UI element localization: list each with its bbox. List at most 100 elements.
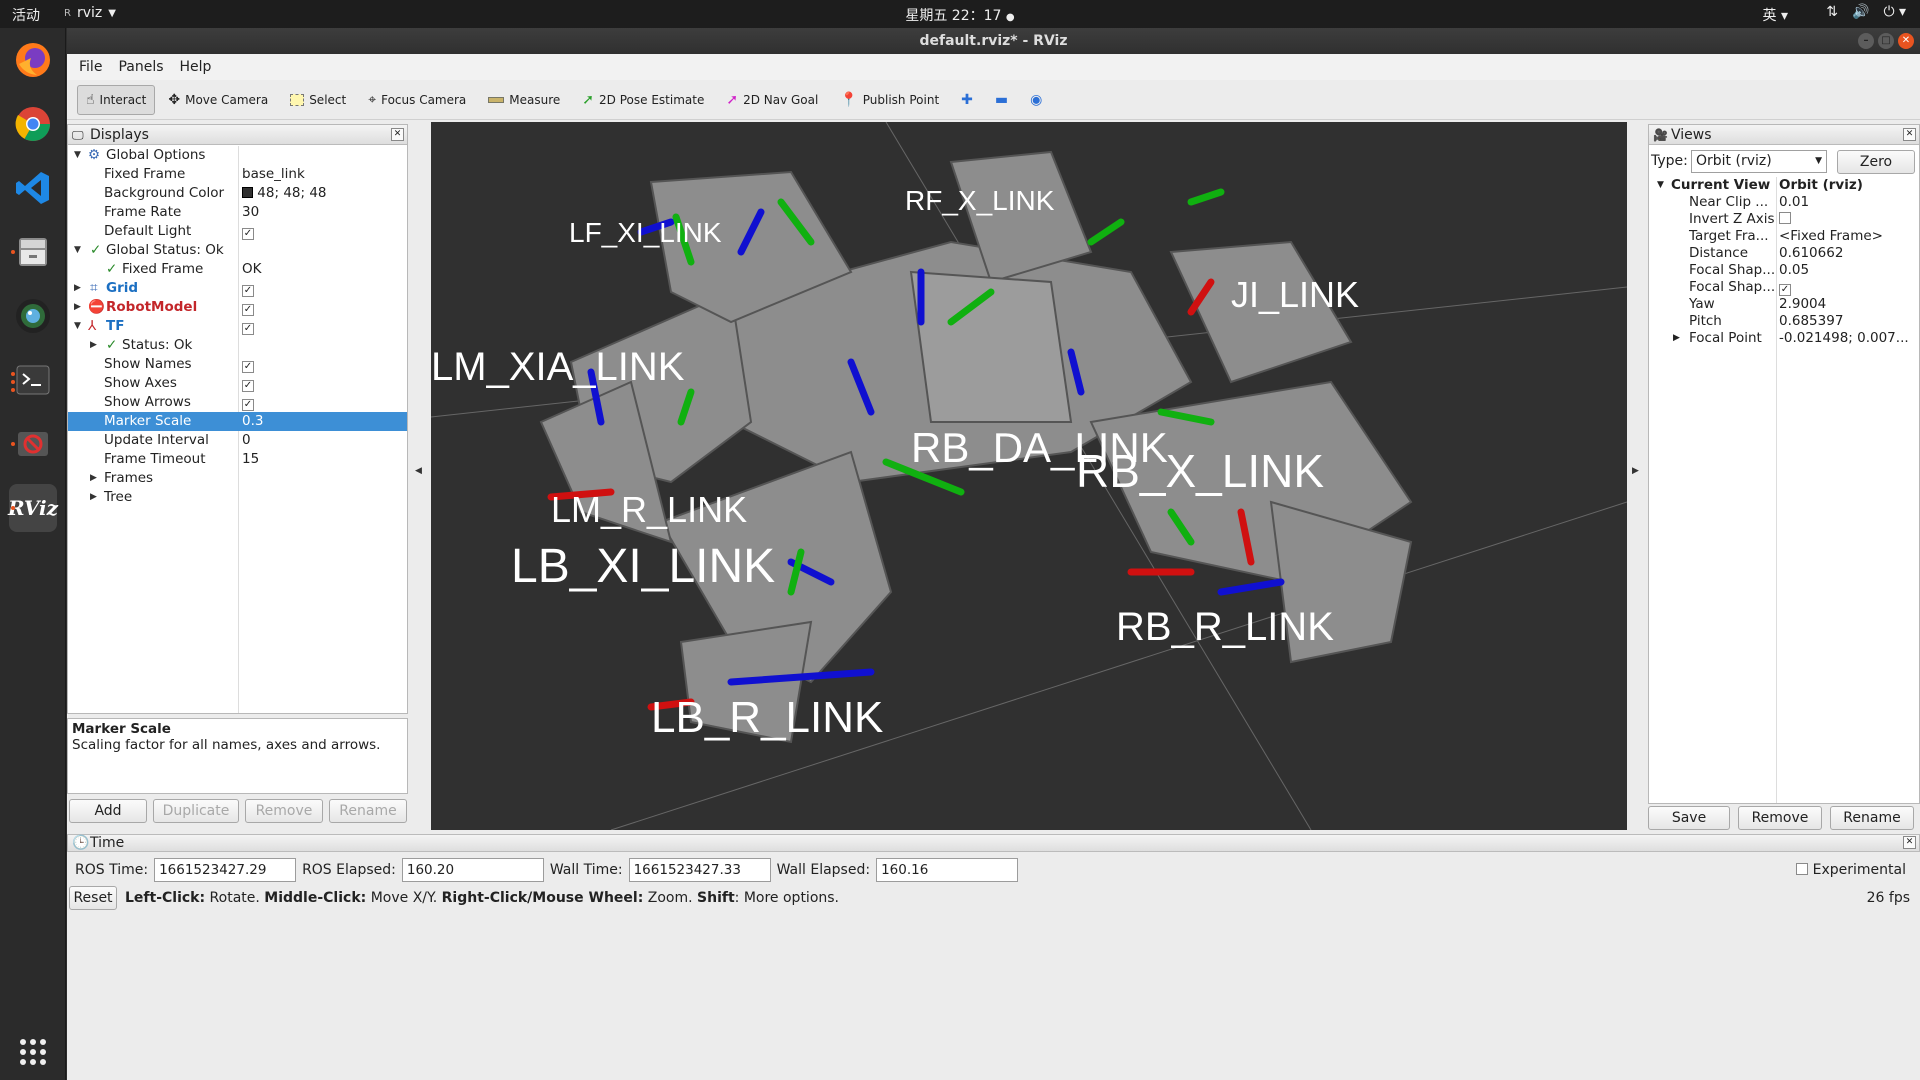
maximize-icon[interactable]: □	[1878, 33, 1894, 49]
firefox-icon[interactable]	[9, 36, 57, 84]
wall-elapsed-field[interactable]: 160.16	[876, 858, 1019, 882]
select-tool[interactable]: Select	[281, 85, 355, 115]
show-arrows-checkbox[interactable]: ✓	[242, 393, 254, 412]
distance-row[interactable]: Distance 0.610662	[1649, 245, 1919, 262]
tree-row-update-interval[interactable]: Update Interval 0	[68, 431, 407, 450]
current-view-row[interactable]: ▼ Current View Orbit (rviz)	[1649, 177, 1919, 194]
collapse-left-icon[interactable]: ◀	[415, 466, 422, 476]
tree-row-robot-model[interactable]: ▶ ⛔ RobotModel ✓	[68, 298, 407, 317]
close-panel-icon[interactable]: ✕	[391, 128, 404, 141]
ros-elapsed-field[interactable]: 160.20	[401, 858, 544, 882]
close-icon[interactable]: ✕	[1898, 33, 1914, 49]
tree-row-frame-rate[interactable]: Frame Rate 30	[68, 203, 407, 222]
app-blocked-icon[interactable]	[9, 420, 57, 468]
camera-app-icon[interactable]	[9, 292, 57, 340]
remove-button[interactable]: Remove	[245, 799, 323, 823]
close-panel-icon[interactable]: ✕	[1903, 836, 1916, 849]
tree-row-frame-timeout[interactable]: Frame Timeout 15	[68, 450, 407, 469]
expanded-arrow-icon[interactable]: ▼	[74, 317, 81, 336]
frame-rate-value[interactable]: 30	[242, 203, 259, 222]
tree-row-background-color[interactable]: Background Color 48; 48; 48	[68, 184, 407, 203]
tree-row-show-names[interactable]: Show Names ✓	[68, 355, 407, 374]
input-method-indicator[interactable]: 英 ▾	[1763, 5, 1788, 25]
add-tool-button[interactable]: ✚	[952, 85, 982, 115]
tree-row-global-options[interactable]: ▼ ⚙ Global Options	[68, 146, 407, 165]
menu-file[interactable]: File	[73, 57, 108, 77]
focal-shape-checkbox[interactable]: ✓	[1779, 279, 1791, 296]
tree-row-show-arrows[interactable]: Show Arrows ✓	[68, 393, 407, 412]
close-panel-icon[interactable]: ✕	[1903, 128, 1916, 141]
focus-camera-tool[interactable]: ⌖ Focus Camera	[359, 85, 475, 115]
expanded-arrow-icon[interactable]: ▼	[74, 146, 81, 165]
frame-timeout-value[interactable]: 15	[242, 450, 259, 469]
interact-tool[interactable]: ☝ Interact	[77, 84, 156, 115]
publish-point-tool[interactable]: 📍 Publish Point	[831, 85, 948, 115]
left-splitter[interactable]: ◀	[412, 122, 428, 830]
move-camera-tool[interactable]: ✥ Move Camera	[159, 85, 277, 115]
tree-row-fixed-frame[interactable]: Fixed Frame base_link	[68, 165, 407, 184]
marker-scale-value[interactable]: 0.3	[242, 412, 263, 431]
fixed-frame-value[interactable]: base_link	[242, 165, 305, 184]
tree-row-frames[interactable]: ▶ Frames	[68, 469, 407, 488]
clock[interactable]: 星期五 22：17 ●	[0, 5, 1920, 25]
invert-z-checkbox[interactable]	[1779, 211, 1791, 228]
wall-time-field[interactable]: 1661523427.33	[628, 858, 771, 882]
menu-help[interactable]: Help	[174, 57, 218, 77]
near-clip-row[interactable]: Near Clip ... 0.01	[1649, 194, 1919, 211]
target-frame-row[interactable]: Target Fra... <Fixed Frame>	[1649, 228, 1919, 245]
tree-row-show-axes[interactable]: Show Axes ✓	[68, 374, 407, 393]
update-interval-value[interactable]: 0	[242, 431, 251, 450]
tree-row-global-status[interactable]: ▼ ✓ Global Status: Ok	[68, 241, 407, 260]
tree-row-grid[interactable]: ▶ ⌗ Grid ✓	[68, 279, 407, 298]
camera-type-button[interactable]: ◉	[1021, 85, 1051, 115]
remove-tool-button[interactable]: ▬	[986, 85, 1017, 115]
tree-row-status-fixed-frame[interactable]: ✓ Fixed Frame OK	[68, 260, 407, 279]
collapsed-arrow-icon[interactable]: ▶	[90, 336, 97, 355]
terminal-icon[interactable]	[9, 356, 57, 404]
ros-time-field[interactable]: 1661523427.29	[154, 858, 297, 882]
robot-model-checkbox[interactable]: ✓	[242, 298, 254, 317]
tf-checkbox[interactable]: ✓	[242, 317, 254, 336]
pitch-row[interactable]: Pitch 0.685397	[1649, 313, 1919, 330]
invert-z-row[interactable]: Invert Z Axis	[1649, 211, 1919, 228]
show-axes-checkbox[interactable]: ✓	[242, 374, 254, 393]
3d-render-viewport[interactable]: LF_XI_LINK RF_X_LINK LM_XIA_LINK LB_XI_L…	[431, 122, 1627, 830]
rename-view-button[interactable]: Rename	[1830, 806, 1914, 830]
nav-goal-tool[interactable]: ➚ 2D Nav Goal	[717, 85, 827, 115]
show-applications-icon[interactable]	[9, 1028, 57, 1076]
view-type-select[interactable]: Orbit (rviz) ▼	[1691, 150, 1827, 173]
expanded-arrow-icon[interactable]: ▼	[1657, 177, 1664, 194]
show-names-checkbox[interactable]: ✓	[242, 355, 254, 374]
zero-button[interactable]: Zero	[1837, 150, 1915, 174]
right-splitter[interactable]: ▶	[1629, 122, 1645, 830]
grid-checkbox[interactable]: ✓	[242, 279, 254, 298]
collapsed-arrow-icon[interactable]: ▶	[74, 279, 81, 298]
menu-panels[interactable]: Panels	[112, 57, 169, 77]
experimental-checkbox[interactable]: Experimental	[1796, 862, 1906, 878]
tree-row-marker-scale[interactable]: Marker Scale 0.3	[68, 412, 407, 431]
expanded-arrow-icon[interactable]: ▼	[74, 241, 81, 260]
focal-shape-size-row[interactable]: Focal Shap... 0.05	[1649, 262, 1919, 279]
window-titlebar[interactable]: default.rviz* - RViz – □ ✕	[67, 28, 1920, 54]
add-button[interactable]: Add	[69, 799, 147, 823]
collapsed-arrow-icon[interactable]: ▶	[74, 298, 81, 317]
collapsed-arrow-icon[interactable]: ▶	[1673, 330, 1680, 347]
tree-row-tf-status[interactable]: ▶ ✓ Status: Ok	[68, 336, 407, 355]
duplicate-button[interactable]: Duplicate	[153, 799, 239, 823]
default-light-checkbox[interactable]: ✓	[242, 222, 254, 241]
pose-estimate-tool[interactable]: ➚ 2D Pose Estimate	[573, 85, 713, 115]
minimize-icon[interactable]: –	[1858, 33, 1874, 49]
system-tray[interactable]: ⇅ 🔊 ⏻ ▾	[1826, 4, 1906, 20]
focal-shape-fixed-row[interactable]: Focal Shap... ✓	[1649, 279, 1919, 296]
tree-row-default-light[interactable]: Default Light ✓	[68, 222, 407, 241]
reset-button[interactable]: Reset	[69, 886, 117, 910]
focal-point-row[interactable]: ▶ Focal Point -0.021498; 0.007...	[1649, 330, 1919, 347]
yaw-row[interactable]: Yaw 2.9004	[1649, 296, 1919, 313]
save-view-button[interactable]: Save	[1648, 806, 1730, 830]
tree-row-tree[interactable]: ▶ Tree	[68, 488, 407, 507]
files-icon[interactable]	[9, 228, 57, 276]
measure-tool[interactable]: Measure	[479, 85, 569, 115]
vscode-icon[interactable]	[9, 164, 57, 212]
collapsed-arrow-icon[interactable]: ▶	[90, 469, 97, 488]
rename-button[interactable]: Rename	[329, 799, 407, 823]
